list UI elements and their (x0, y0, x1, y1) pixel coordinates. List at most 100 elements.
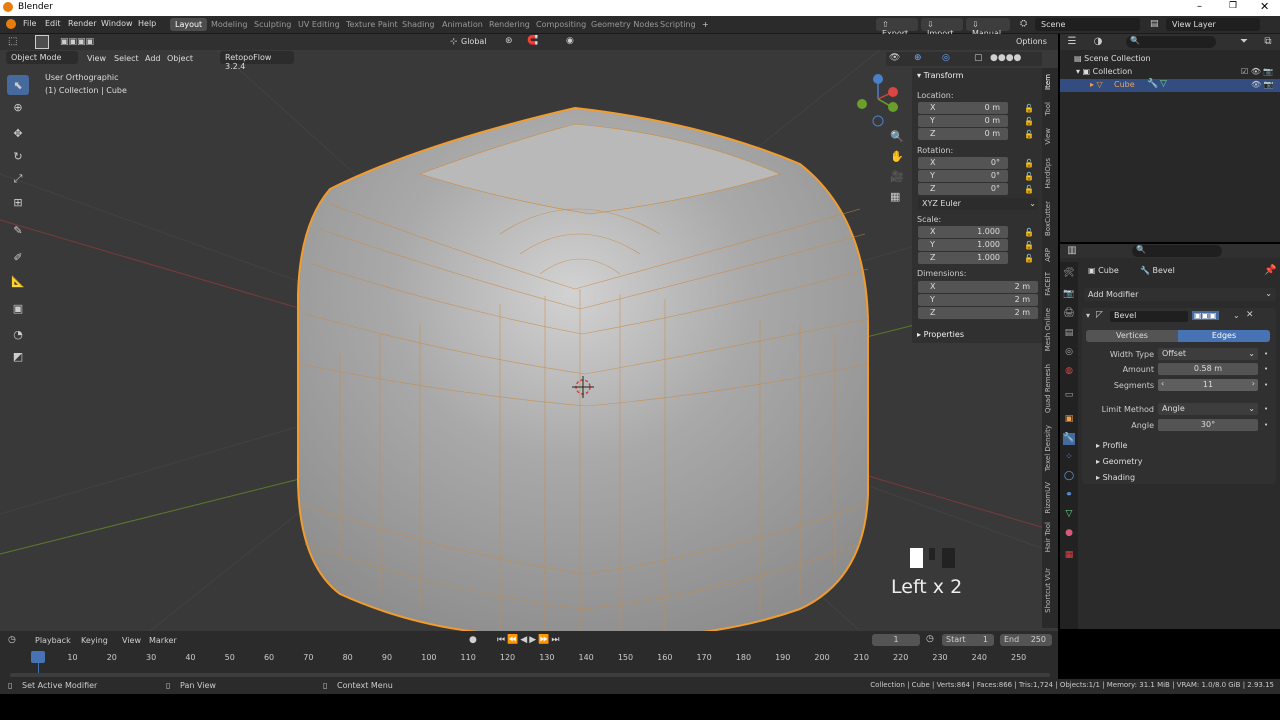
shading-modes-icons[interactable]: ●●●● (990, 53, 1021, 63)
manual-button[interactable]: ⇩ Manual (966, 18, 1010, 38)
scene-collection-row[interactable]: ▤ Scene Collection (1074, 54, 1151, 66)
menu-edit[interactable]: Edit (45, 19, 61, 28)
tab-uv-editing[interactable]: UV Editing (293, 18, 345, 31)
outliner-search-input[interactable]: 🔍 (1126, 36, 1216, 48)
outliner-editor-icon[interactable]: ☰ (1066, 36, 1078, 48)
measure-tool-icon[interactable]: 📐 (7, 271, 29, 291)
tool-tab-icon[interactable]: 🛠 (1063, 268, 1075, 280)
tab-rendering[interactable]: Rendering (484, 18, 535, 31)
menu-file[interactable]: File (23, 19, 36, 28)
tab-sculpting[interactable]: Sculpting (249, 18, 296, 31)
dimensions-x-field[interactable]: X 2 m (918, 281, 1038, 293)
texture-tab-icon[interactable]: ▦ (1063, 550, 1075, 562)
menu-view[interactable]: View (87, 54, 106, 63)
lock-icon[interactable]: 🔓 (1024, 185, 1034, 194)
rotation-x-field[interactable]: X 0° (918, 157, 1008, 169)
pan-hand-icon[interactable]: ✋ (890, 150, 904, 163)
playhead[interactable] (31, 651, 45, 663)
angle-field[interactable]: 30° (1158, 419, 1258, 431)
menu-object[interactable]: Object (167, 54, 193, 63)
decrement-icon[interactable]: ‹ (1161, 379, 1164, 388)
shear-tool-icon[interactable]: ◩ (7, 346, 29, 366)
menu-render[interactable]: Render (68, 19, 96, 28)
rotate-tool-icon[interactable]: ↻ (7, 146, 29, 166)
tab-tool[interactable]: Tool (1044, 102, 1052, 116)
collapse-icon[interactable]: ▾ (1086, 311, 1090, 320)
tab-layout[interactable]: Layout (170, 18, 208, 31)
animate-dot-icon[interactable]: • (1264, 381, 1268, 389)
add-workspace-icon[interactable]: + (697, 18, 714, 31)
animate-dot-icon[interactable]: • (1264, 365, 1268, 373)
lock-icon[interactable]: 🔓 (1024, 159, 1034, 168)
tab-hair-tool[interactable]: Hair Tool (1044, 522, 1052, 552)
pivot-icon[interactable]: ⊛ (505, 36, 513, 46)
tab-mesh-online[interactable]: Mesh Online (1044, 308, 1052, 351)
modifier-tab-icon[interactable]: 🔧 (1063, 433, 1075, 445)
segments-field[interactable]: ‹ 11 › (1158, 379, 1258, 391)
tab-shortcut-vur[interactable]: Shortcut VUr (1044, 568, 1052, 613)
scene-tab-icon[interactable]: ◎ (1063, 347, 1075, 359)
mode-dropdown[interactable]: Object Mode (6, 51, 78, 64)
zoom-icon[interactable]: 🔍 (890, 130, 904, 143)
selection-mode-icons[interactable]: ▣▣▣▣ (60, 37, 94, 47)
lock-icon[interactable]: 🔓 (1024, 104, 1034, 113)
view-layer-field[interactable]: View Layer (1166, 18, 1260, 31)
properties-subpanel[interactable]: ▸ Properties (917, 330, 964, 339)
timeline-scrollbar[interactable] (10, 673, 1050, 677)
tab-vertices[interactable]: Vertices (1086, 330, 1178, 342)
eye-icon[interactable]: 👁 📷 (1251, 80, 1274, 89)
tab-rizomuv[interactable]: RizomUV (1044, 482, 1052, 514)
tab-boxcutter[interactable]: BoxCutter (1044, 201, 1052, 236)
editor-type-icon[interactable]: ⬚ (8, 36, 17, 47)
menu-window[interactable]: Window (101, 19, 133, 28)
overlay-toggle-icon[interactable]: ◎ (942, 53, 950, 63)
remove-modifier-icon[interactable]: ✕ (1246, 310, 1254, 320)
cube-row[interactable]: ▸ ▽ Cube 🔧 ▽ 👁 📷 (1060, 79, 1280, 92)
collection-row[interactable]: ▾ ▣ Collection (1076, 67, 1132, 79)
tab-shading[interactable]: Shading (397, 18, 440, 31)
limit-method-dropdown[interactable]: Angle ⌄ (1158, 403, 1258, 415)
rotation-z-field[interactable]: Z 0° (918, 183, 1008, 195)
breadcrumb-modifier[interactable]: 🔧 Bevel (1140, 266, 1175, 275)
tab-faceit[interactable]: FACEIT (1044, 272, 1052, 296)
scale-tool-icon[interactable]: ⤢ (7, 169, 29, 189)
grid-view-icon[interactable]: ▦ (890, 190, 900, 203)
location-x-field[interactable]: X 0 m (918, 102, 1008, 114)
lock-icon[interactable]: 🔓 (1024, 172, 1034, 181)
animate-dot-icon[interactable]: • (1264, 421, 1268, 429)
mesh-data-icon[interactable]: ▽ (1160, 79, 1167, 89)
gizmo-toggle-icon[interactable]: ⊕ (914, 53, 922, 63)
increment-icon[interactable]: › (1252, 379, 1255, 388)
breadcrumb-object[interactable]: ▣ Cube (1088, 266, 1119, 275)
data-tab-icon[interactable]: ▽ (1063, 509, 1075, 521)
tab-view[interactable]: View (1044, 128, 1052, 145)
tab-hardops[interactable]: HardOps (1044, 158, 1052, 188)
constraints-tab-icon[interactable]: ⚭ (1063, 490, 1075, 502)
output-tab-icon[interactable]: 🖨 (1063, 308, 1075, 320)
tab-geometry-nodes[interactable]: Geometry Nodes (586, 18, 663, 31)
dimensions-y-field[interactable]: Y 2 m (918, 294, 1038, 306)
object-tab-icon[interactable]: ▣ (1063, 414, 1075, 426)
material-tab-icon[interactable]: ● (1063, 528, 1075, 540)
animate-dot-icon[interactable]: • (1264, 405, 1268, 413)
tab-scripting[interactable]: Scripting (655, 18, 701, 31)
select-tool-icon[interactable]: ⬉ (7, 75, 29, 95)
geometry-subpanel[interactable]: ▸ Geometry (1096, 457, 1142, 466)
pin-icon[interactable]: 📌 (1264, 265, 1276, 277)
physics-tab-icon[interactable]: ◯ (1063, 471, 1075, 483)
draw-tool-icon[interactable]: ✐ (7, 247, 29, 267)
tab-animation[interactable]: Animation (437, 18, 488, 31)
lock-icon[interactable]: 🔓 (1024, 117, 1034, 126)
navigation-gizmo[interactable] (857, 74, 898, 127)
cursor-tool-icon[interactable]: ⊕ (7, 97, 29, 117)
edit-mode-toggle-icon[interactable]: ▣▣▣ (1192, 311, 1219, 320)
scale-z-field[interactable]: Z 1.000 (918, 252, 1008, 264)
frame-ruler[interactable]: 1102030405060708090100110120130140150160… (0, 631, 1058, 679)
dimensions-z-field[interactable]: Z 2 m (918, 307, 1038, 319)
camera-icon[interactable]: 🎥 (890, 170, 904, 183)
lock-icon[interactable]: 🔓 (1024, 228, 1034, 237)
particles-tab-icon[interactable]: ⁘ (1063, 452, 1075, 464)
close-icon[interactable]: ✕ (1260, 0, 1269, 13)
snap-icon[interactable]: 🧲 (527, 36, 538, 46)
modifier-wrench-icon[interactable]: 🔧 (1147, 79, 1158, 89)
